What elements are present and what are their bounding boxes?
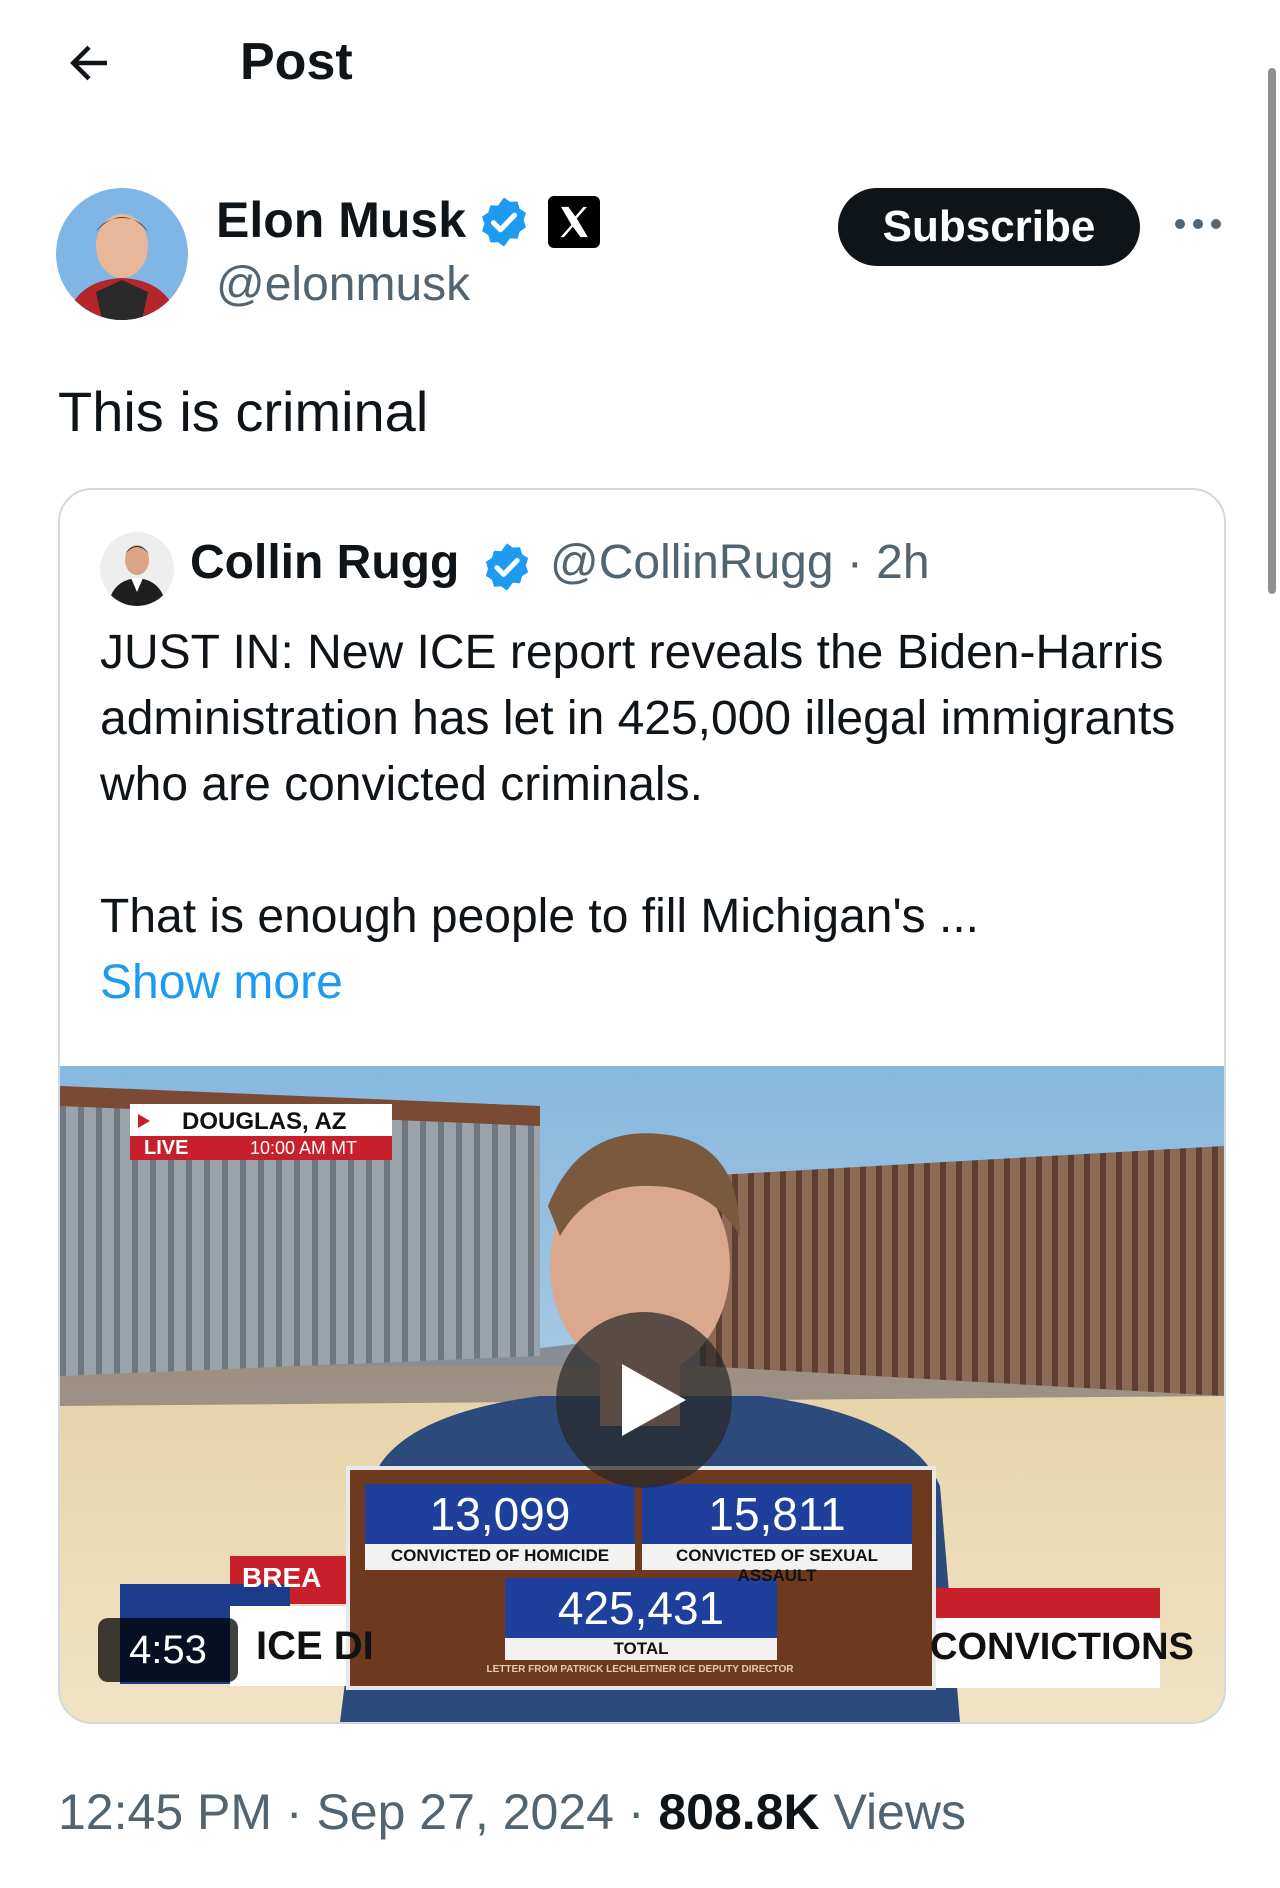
x-affiliation-icon bbox=[548, 196, 600, 248]
stat-assault-value: 15,811 bbox=[708, 1488, 846, 1540]
quoted-tweet-card[interactable]: Collin Rugg @CollinRugg · 2h JUST IN: Ne… bbox=[58, 488, 1226, 1724]
scrollbar[interactable] bbox=[1268, 68, 1276, 594]
views-count[interactable]: 808.8K bbox=[658, 1784, 819, 1840]
stat-total-label: TOTAL bbox=[613, 1639, 669, 1658]
live-time: 10:00 AM MT bbox=[250, 1138, 358, 1158]
author-name[interactable]: Elon Musk bbox=[216, 190, 466, 250]
breaking-banner: BREA bbox=[242, 1562, 322, 1593]
author-handle[interactable]: @elonmusk bbox=[216, 256, 470, 314]
play-button[interactable] bbox=[556, 1312, 732, 1488]
page-title: Post bbox=[240, 33, 353, 91]
quoted-author-name[interactable]: Collin Rugg bbox=[190, 534, 459, 592]
tweet-text: This is criminal bbox=[58, 380, 429, 443]
author-avatar[interactable] bbox=[56, 188, 188, 320]
verified-badge-icon bbox=[482, 197, 526, 247]
more-options-icon[interactable] bbox=[1170, 206, 1226, 242]
stat-homicide-label: CONVICTED OF HOMICIDE bbox=[390, 1546, 610, 1565]
location-tag: DOUGLAS, AZ bbox=[182, 1108, 347, 1135]
quoted-author-handle-time[interactable]: @CollinRugg · 2h bbox=[550, 534, 930, 592]
quoted-text-paragraph-1: JUST IN: New ICE report reveals the Bide… bbox=[100, 626, 1176, 811]
ticker-left: ICE DI bbox=[256, 1624, 374, 1668]
stat-homicide-value: 13,099 bbox=[429, 1488, 571, 1540]
stat-total-value: 425,431 bbox=[557, 1582, 725, 1634]
video-player[interactable]: DOUGLAS, AZ LIVE 10:00 AM MT 13,099 CONV… bbox=[60, 1066, 1224, 1722]
live-label: LIVE bbox=[144, 1137, 189, 1159]
views-label: Views bbox=[819, 1784, 966, 1840]
ticker-right: CONVICTIONS bbox=[930, 1626, 1194, 1668]
video-duration: 4:53 bbox=[98, 1618, 238, 1682]
timestamp[interactable]: 12:45 PM · Sep 27, 2024 · bbox=[58, 1784, 658, 1840]
quoted-verified-badge-icon bbox=[485, 543, 529, 591]
play-icon bbox=[622, 1364, 686, 1436]
quoted-tweet-text: JUST IN: New ICE report reveals the Bide… bbox=[100, 620, 1190, 1016]
quoted-text-paragraph-2: That is enough people to fill Michigan's… bbox=[100, 890, 979, 943]
source-note: LETTER FROM PATRICK LECHLEITNER ICE DEPU… bbox=[486, 1664, 794, 1675]
quoted-author-avatar[interactable] bbox=[100, 532, 174, 606]
back-arrow-icon[interactable] bbox=[62, 36, 116, 90]
subscribe-button[interactable]: Subscribe bbox=[838, 188, 1140, 266]
post-meta: 12:45 PM · Sep 27, 2024 · 808.8K Views bbox=[58, 1780, 966, 1844]
show-more-link[interactable]: Show more bbox=[100, 950, 1190, 1016]
